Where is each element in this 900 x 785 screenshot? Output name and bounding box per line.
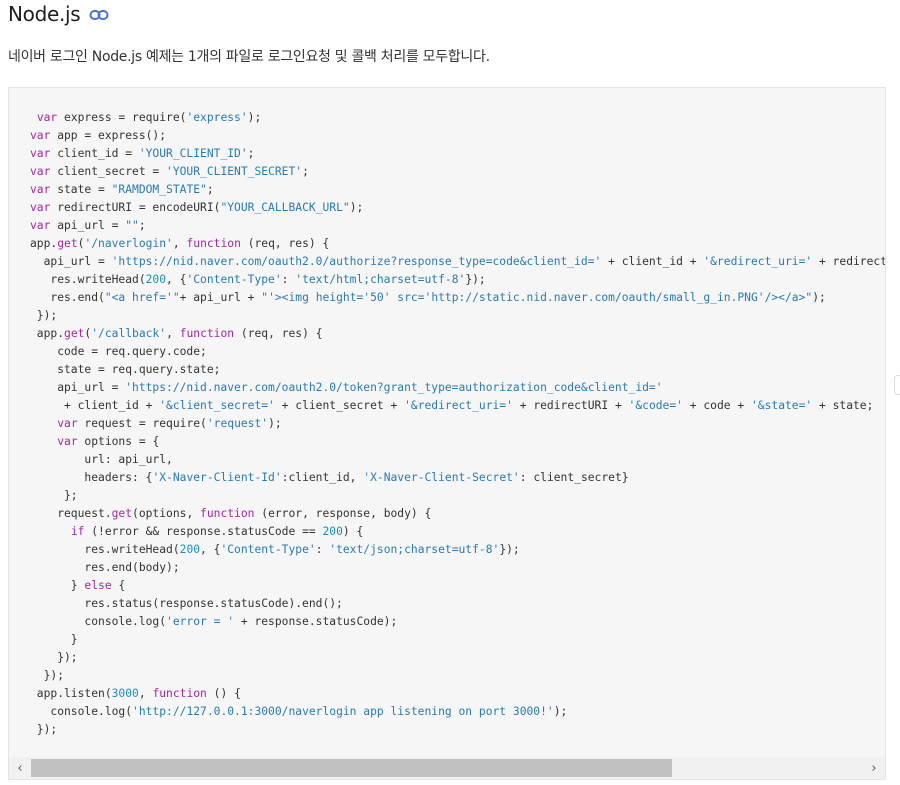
code-line: var state = "RAMDOM_STATE"; [30, 183, 214, 196]
page-title: Node.js [8, 2, 81, 26]
code-line: res.end(body); [30, 561, 180, 574]
code-block: var express = require('express'); var app… [8, 87, 886, 780]
intro-text: 네이버 로그인 Node.js 예제는 1개의 파일로 로그인요청 및 콜백 처… [8, 49, 490, 65]
page-edge-handle [894, 375, 900, 395]
code-line: }); [30, 723, 58, 736]
code-line: request.get(options, function (error, re… [30, 507, 432, 520]
code-line: var app = express(); [30, 129, 167, 142]
code-line: var request = require('request'); [57, 417, 282, 430]
code-line: res.status(response.statusCode).end(); [30, 597, 343, 610]
code-line: if (!error && response.statusCode == 200… [70, 525, 364, 538]
code-line: } [30, 633, 78, 646]
code-line: app.get('/naverlogin', function (req, re… [30, 237, 330, 250]
scroll-left-arrow-icon[interactable]: ‹ [9, 757, 31, 779]
code-line: res.writeHead(200, {'Content-Type': 'tex… [30, 273, 486, 286]
code-line: app.listen(3000, function () { [30, 687, 241, 700]
code-line: state = req.query.state; [30, 363, 221, 376]
code-line: }); [30, 669, 65, 682]
code-line: app.get('/callback', function (req, res)… [30, 327, 323, 340]
code-line: var client_id = 'YOUR_CLIENT_ID'; [30, 147, 255, 160]
code-line: }; [30, 489, 78, 502]
section-heading: Node.js [8, 0, 109, 28]
scroll-right-arrow-icon[interactable]: › [863, 757, 885, 779]
code-content: var express = require('express'); var app… [30, 109, 886, 739]
code-line: var client_secret = 'YOUR_CLIENT_SECRET'… [30, 165, 309, 178]
code-line: + client_id + '&client_secret=' + client… [30, 399, 874, 412]
code-line: res.end("<a href='"+ api_url + "'><img h… [30, 291, 826, 304]
code-line: code = req.query.code; [30, 345, 207, 358]
link-icon[interactable] [89, 7, 109, 21]
code-line: var options = { [57, 435, 160, 448]
code-line: }); [30, 651, 78, 664]
code-line: api_url = 'https://nid.naver.com/oauth2.… [30, 255, 886, 268]
code-line: api_url = 'https://nid.naver.com/oauth2.… [30, 381, 663, 394]
code-line: } else { [30, 579, 126, 592]
code-line: console.log('http://127.0.0.1:3000/naver… [30, 705, 568, 718]
code-line: console.log('error = ' + response.status… [30, 615, 398, 628]
code-line: var api_url = ""; [30, 219, 146, 232]
code-line: var express = require('express'); [36, 111, 262, 124]
code-line: url: api_url, [30, 453, 173, 466]
code-line: headers: {'X-Naver-Client-Id':client_id,… [30, 471, 629, 484]
code-line: var redirectURI = encodeURI("YOUR_CALLBA… [30, 201, 364, 214]
scrollbar-thumb[interactable] [31, 759, 672, 777]
code-line: }); [30, 309, 58, 322]
code-line: res.writeHead(200, {'Content-Type': 'tex… [30, 543, 520, 556]
horizontal-scrollbar[interactable]: ‹ › [9, 757, 885, 779]
